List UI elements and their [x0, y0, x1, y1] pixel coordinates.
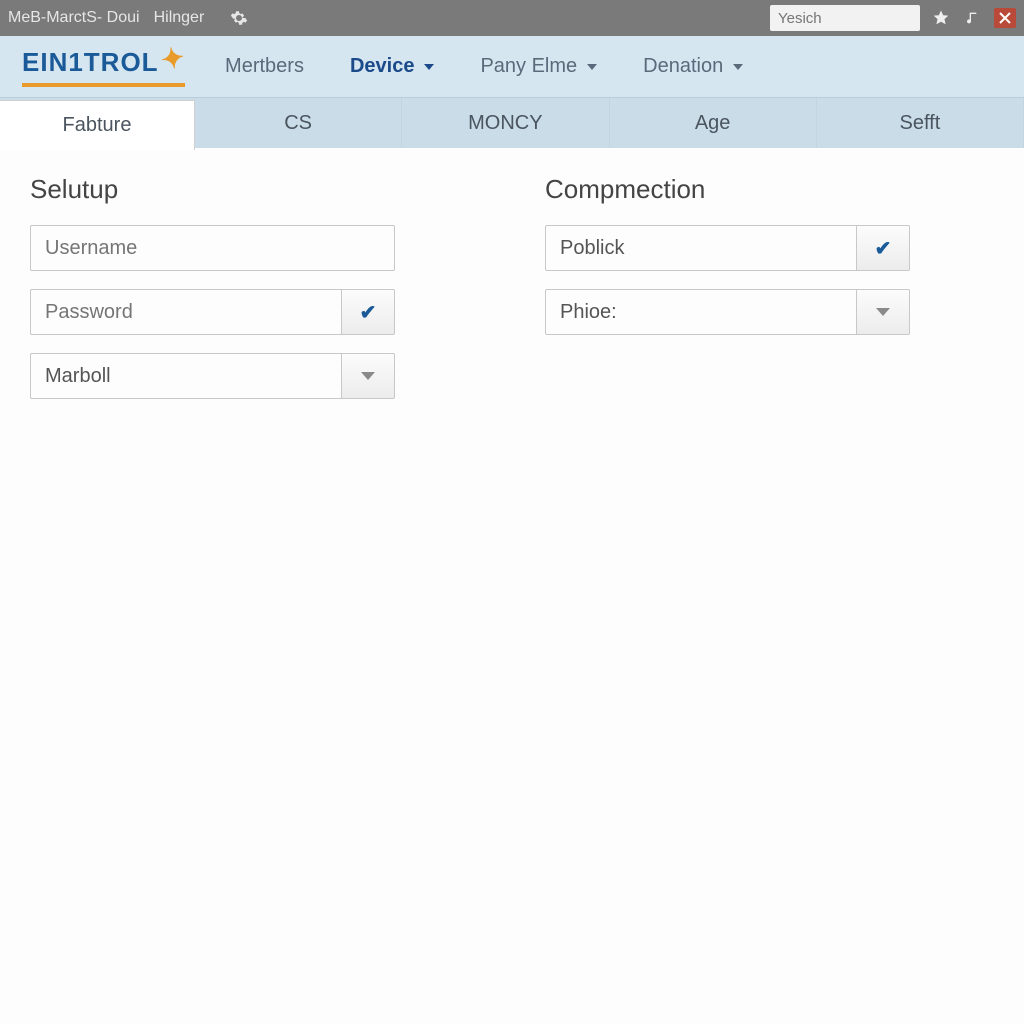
section-title-selutup: Selutup — [30, 174, 395, 205]
logo-swoosh-icon: ✦ — [158, 40, 188, 77]
tab-label: Fabture — [63, 114, 132, 137]
marboll-dropdown-button[interactable] — [341, 353, 395, 399]
nav-item-denation[interactable]: Denation — [643, 55, 743, 78]
nav-label: Denation — [643, 55, 723, 78]
star-icon[interactable] — [930, 7, 952, 29]
check-icon: ✔ — [360, 300, 377, 325]
tab-label: MONCY — [468, 112, 542, 135]
check-icon: ✔ — [875, 236, 892, 261]
left-column: Selutup ✔ — [30, 174, 395, 417]
nav-label: Pany Elme — [480, 55, 577, 78]
main-nav: EIN1TROL ✦ Mertbers Device Pany Elme Den… — [0, 36, 1024, 98]
phioe-dropdown-button[interactable] — [856, 289, 910, 335]
chevron-down-icon — [361, 372, 375, 380]
right-column: Compmection ✔ — [545, 174, 910, 417]
window-titlebar: MeB-MarctS- Doui Hilnger — [0, 0, 1024, 36]
tab-sefft[interactable]: Sefft — [817, 98, 1024, 148]
phioe-dropdown[interactable] — [545, 289, 910, 335]
password-field[interactable] — [30, 289, 341, 335]
marboll-field[interactable] — [30, 353, 341, 399]
password-combo: ✔ — [30, 289, 395, 335]
password-confirm-button[interactable]: ✔ — [341, 289, 395, 335]
chevron-down-icon — [424, 64, 434, 70]
sub-tabs: Fabture CS MONCY Age Sefft — [0, 98, 1024, 148]
tab-fabture[interactable]: Fabture — [0, 100, 195, 150]
poblick-field[interactable] — [545, 225, 856, 271]
tab-label: Age — [695, 112, 731, 135]
search-input[interactable] — [770, 5, 920, 31]
window-title: MeB-MarctS- Doui — [8, 9, 140, 27]
tab-age[interactable]: Age — [610, 98, 817, 148]
nav-item-mertbers[interactable]: Mertbers — [225, 55, 304, 78]
poblick-combo: ✔ — [545, 225, 910, 271]
form-content: Selutup ✔ Compmection — [0, 148, 1024, 443]
marboll-dropdown[interactable] — [30, 353, 395, 399]
tab-label: CS — [284, 112, 312, 135]
nav-label: Mertbers — [225, 55, 304, 78]
logo-text: EIN1TROL — [22, 47, 159, 78]
username-field[interactable] — [30, 225, 395, 271]
tab-cs[interactable]: CS — [195, 98, 402, 148]
music-icon[interactable] — [962, 7, 984, 29]
nav-item-panyelme[interactable]: Pany Elme — [480, 55, 597, 78]
chevron-down-icon — [876, 308, 890, 316]
brand-logo[interactable]: EIN1TROL ✦ — [22, 46, 185, 87]
nav-item-device[interactable]: Device — [350, 55, 435, 78]
section-title-compmection: Compmection — [545, 174, 910, 205]
nav-label: Device — [350, 55, 415, 78]
chevron-down-icon — [733, 64, 743, 70]
phioe-field[interactable] — [545, 289, 856, 335]
window-subtitle: Hilnger — [154, 9, 205, 27]
gear-icon[interactable] — [228, 7, 250, 29]
tab-moncy[interactable]: MONCY — [402, 98, 609, 148]
poblick-confirm-button[interactable]: ✔ — [856, 225, 910, 271]
tab-label: Sefft — [899, 112, 940, 135]
chevron-down-icon — [587, 64, 597, 70]
close-icon[interactable] — [994, 8, 1016, 28]
